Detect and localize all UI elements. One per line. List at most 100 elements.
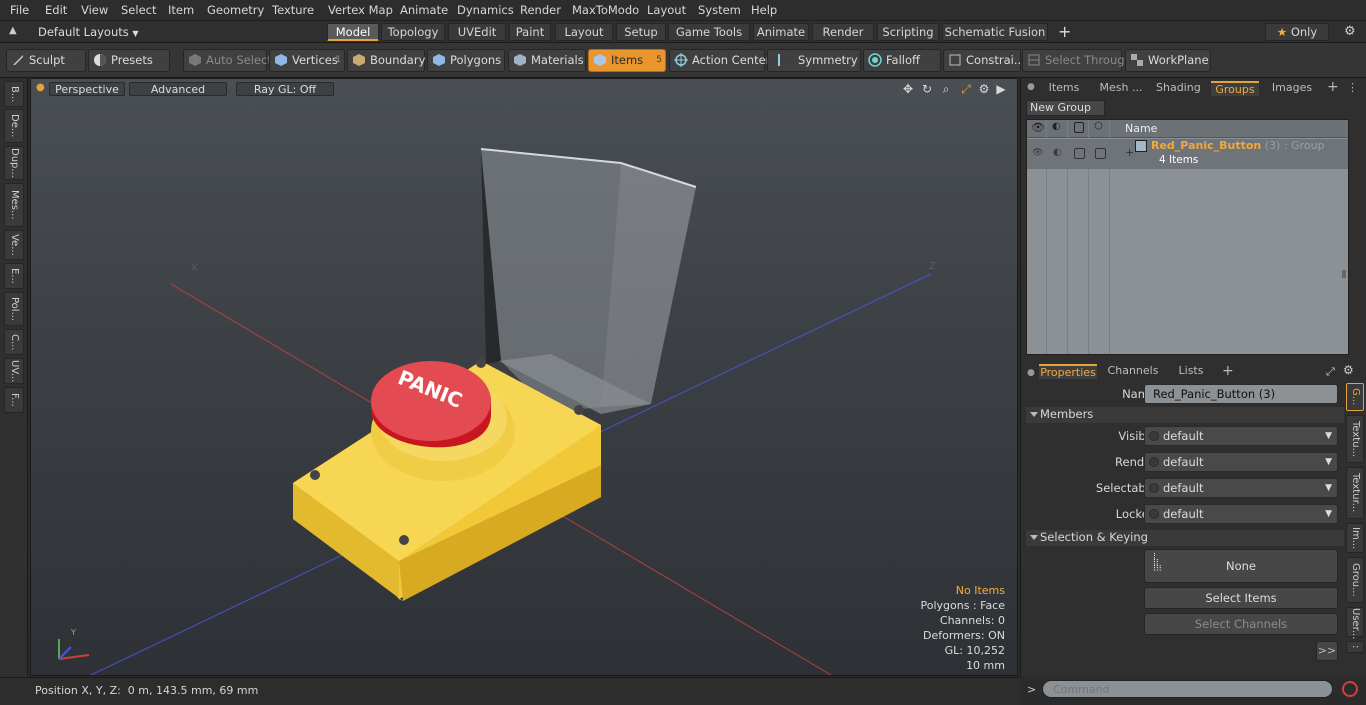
rotate-view-icon[interactable]: ↻ xyxy=(920,82,934,96)
name-field[interactable]: Red_Panic_Button (3) xyxy=(1144,384,1338,404)
action-center-button[interactable]: Action Center xyxy=(669,49,770,72)
menu-geometry[interactable]: Geometry xyxy=(207,3,264,17)
select-toggle[interactable] xyxy=(1095,148,1106,159)
right-tab-5[interactable]: User... xyxy=(1346,607,1364,639)
constraints-button[interactable]: Constrai... xyxy=(943,49,1025,72)
3d-viewport[interactable]: X Z PANIC Y ● Perspective Advanced Ray G… xyxy=(30,78,1018,676)
radio-icon[interactable] xyxy=(1149,457,1159,467)
zoom-view-icon[interactable]: ⌕ xyxy=(939,82,953,96)
menu-help[interactable]: Help xyxy=(751,3,777,17)
list-scrollbar-handle[interactable] xyxy=(1342,270,1346,278)
expand-icon[interactable]: + xyxy=(1125,146,1134,159)
menu-animate[interactable]: Animate xyxy=(400,3,448,17)
materials-button[interactable]: Materials xyxy=(508,49,586,72)
presets-button[interactable]: Presets xyxy=(88,49,170,72)
move-view-icon[interactable]: ✥ xyxy=(901,82,915,96)
left-tab-0[interactable]: B... xyxy=(4,81,24,107)
panel-tab-mesh[interactable]: Mesh ... xyxy=(1097,81,1145,96)
menu-render[interactable]: Render xyxy=(520,3,561,17)
radio-icon[interactable] xyxy=(1149,431,1159,441)
menu-maxtomodo[interactable]: MaxToModo xyxy=(572,3,639,17)
boundary-button[interactable]: Boundary xyxy=(347,49,425,72)
viewport-menu-dot[interactable]: ● xyxy=(36,82,45,93)
render-toggle[interactable]: ◐ xyxy=(1053,147,1062,158)
panel-tab-images[interactable]: Images xyxy=(1269,81,1315,96)
visible-dropdown[interactable]: default ▼ xyxy=(1144,426,1338,446)
props-add-tab-button[interactable]: + xyxy=(1222,363,1234,379)
props-expand-icon[interactable]: ⤢ xyxy=(1326,365,1335,379)
layout-tab-uvedit[interactable]: UVEdit xyxy=(448,23,506,41)
left-tab-1[interactable]: De... xyxy=(4,109,24,143)
panel-menu-dot[interactable]: ● xyxy=(1027,82,1035,92)
layout-tab-model[interactable]: Model xyxy=(327,23,379,41)
menu-item[interactable]: Item xyxy=(168,3,194,17)
more-button[interactable]: >> xyxy=(1316,641,1338,661)
menu-edit[interactable]: Edit xyxy=(45,3,67,17)
name-column-header[interactable]: Name xyxy=(1125,122,1157,135)
left-tab-6[interactable]: Pol... xyxy=(4,292,24,326)
perspective-dropdown[interactable]: Perspective xyxy=(49,82,125,96)
radio-icon[interactable] xyxy=(1149,483,1159,493)
panel-add-tab-button[interactable]: + xyxy=(1327,79,1339,95)
layout-tab-animate[interactable]: Animate xyxy=(753,23,809,41)
gear-icon[interactable]: ⚙ xyxy=(1344,24,1356,39)
layout-tab-paint[interactable]: Paint xyxy=(509,23,551,41)
menu-file[interactable]: File xyxy=(10,3,29,17)
menu-system[interactable]: System xyxy=(698,3,741,17)
props-tab-channels[interactable]: Channels xyxy=(1105,364,1161,379)
select-channels-button[interactable]: Select Channels xyxy=(1144,613,1338,635)
right-tab-3[interactable]: Im... xyxy=(1346,523,1364,553)
selectable-dropdown[interactable]: default ▼ xyxy=(1144,478,1338,498)
workplane-button[interactable]: WorkPlane xyxy=(1125,49,1211,72)
auto-select-button[interactable]: Auto Select xyxy=(183,49,272,72)
props-tab-properties[interactable]: Properties xyxy=(1039,364,1097,379)
viewport-settings-icon[interactable]: ⚙ xyxy=(977,82,991,96)
maximize-view-icon[interactable]: ⤢ xyxy=(959,82,973,96)
menu-vertex-map[interactable]: Vertex Map xyxy=(328,3,393,17)
render-dropdown[interactable]: default ▼ xyxy=(1144,452,1338,472)
left-tab-8[interactable]: UV... xyxy=(4,358,24,384)
panel-tab-shading[interactable]: Shading xyxy=(1156,81,1201,96)
right-tab-0[interactable]: G... xyxy=(1346,383,1364,411)
left-tab-7[interactable]: C... xyxy=(4,329,24,355)
vertices-button[interactable]: Vertices 1 xyxy=(269,49,345,72)
layout-tab-game-tools[interactable]: Game Tools xyxy=(668,23,750,41)
props-settings-icon[interactable]: ⚙ xyxy=(1343,363,1354,377)
shading-dropdown[interactable]: Advanced xyxy=(129,82,227,96)
menu-view[interactable]: View xyxy=(81,3,108,17)
left-tab-5[interactable]: E... xyxy=(4,263,24,289)
members-section-header[interactable]: Members xyxy=(1026,407,1344,423)
menu-select[interactable]: Select xyxy=(121,3,156,17)
select-through-button[interactable]: Select Through xyxy=(1022,49,1132,72)
left-tab-2[interactable]: Dup... xyxy=(4,146,24,180)
panel-expand-icon[interactable]: ⋮ xyxy=(1347,81,1358,94)
viewport-expand-icon[interactable]: ▶ xyxy=(994,82,1008,96)
layout-tab-schematic-fusion[interactable]: Schematic Fusion xyxy=(942,23,1048,41)
right-tab-1[interactable]: Textu... xyxy=(1346,415,1364,463)
panel-tab-groups[interactable]: Groups xyxy=(1211,81,1259,96)
group-name[interactable]: Red_Panic_Button xyxy=(1151,139,1261,152)
group-row[interactable]: 👁 ◐ + Red_Panic_Button (3) : Group 4 Ite… xyxy=(1027,139,1348,169)
layout-tab-setup[interactable]: Setup xyxy=(616,23,666,41)
add-layout-tab-button[interactable]: + xyxy=(1058,22,1071,41)
command-input[interactable] xyxy=(1042,680,1333,698)
left-tab-9[interactable]: F... xyxy=(4,387,24,413)
groups-list[interactable]: 👁 ◐ ⬡ Name 👁 ◐ + Red_Panic_Button (3) : … xyxy=(1026,119,1349,355)
layout-tab-layout[interactable]: Layout xyxy=(555,23,613,41)
props-tab-lists[interactable]: Lists xyxy=(1177,364,1205,379)
menu-texture[interactable]: Texture xyxy=(272,3,314,17)
none-button[interactable]: ⁝ ⁝⁝ ⁝⁝⁝ None xyxy=(1144,549,1338,583)
lock-toggle[interactable] xyxy=(1074,148,1085,159)
locked-dropdown[interactable]: default ▼ xyxy=(1144,504,1338,524)
left-tab-3[interactable]: Mes... xyxy=(4,183,24,227)
props-menu-dot[interactable]: ● xyxy=(1027,368,1035,378)
only-button[interactable]: ★ Only xyxy=(1265,23,1329,41)
falloff-button[interactable]: Falloff xyxy=(863,49,941,72)
right-tab-4[interactable]: Grou... xyxy=(1346,557,1364,603)
right-tab-6[interactable]: : xyxy=(1346,641,1364,653)
left-tab-4[interactable]: Ve... xyxy=(4,230,24,260)
panel-tab-items[interactable]: Items xyxy=(1045,81,1083,96)
layout-tab-scripting[interactable]: Scripting xyxy=(877,23,939,41)
polygons-button[interactable]: Polygons xyxy=(427,49,505,72)
items-button[interactable]: Items 5 xyxy=(588,49,666,72)
